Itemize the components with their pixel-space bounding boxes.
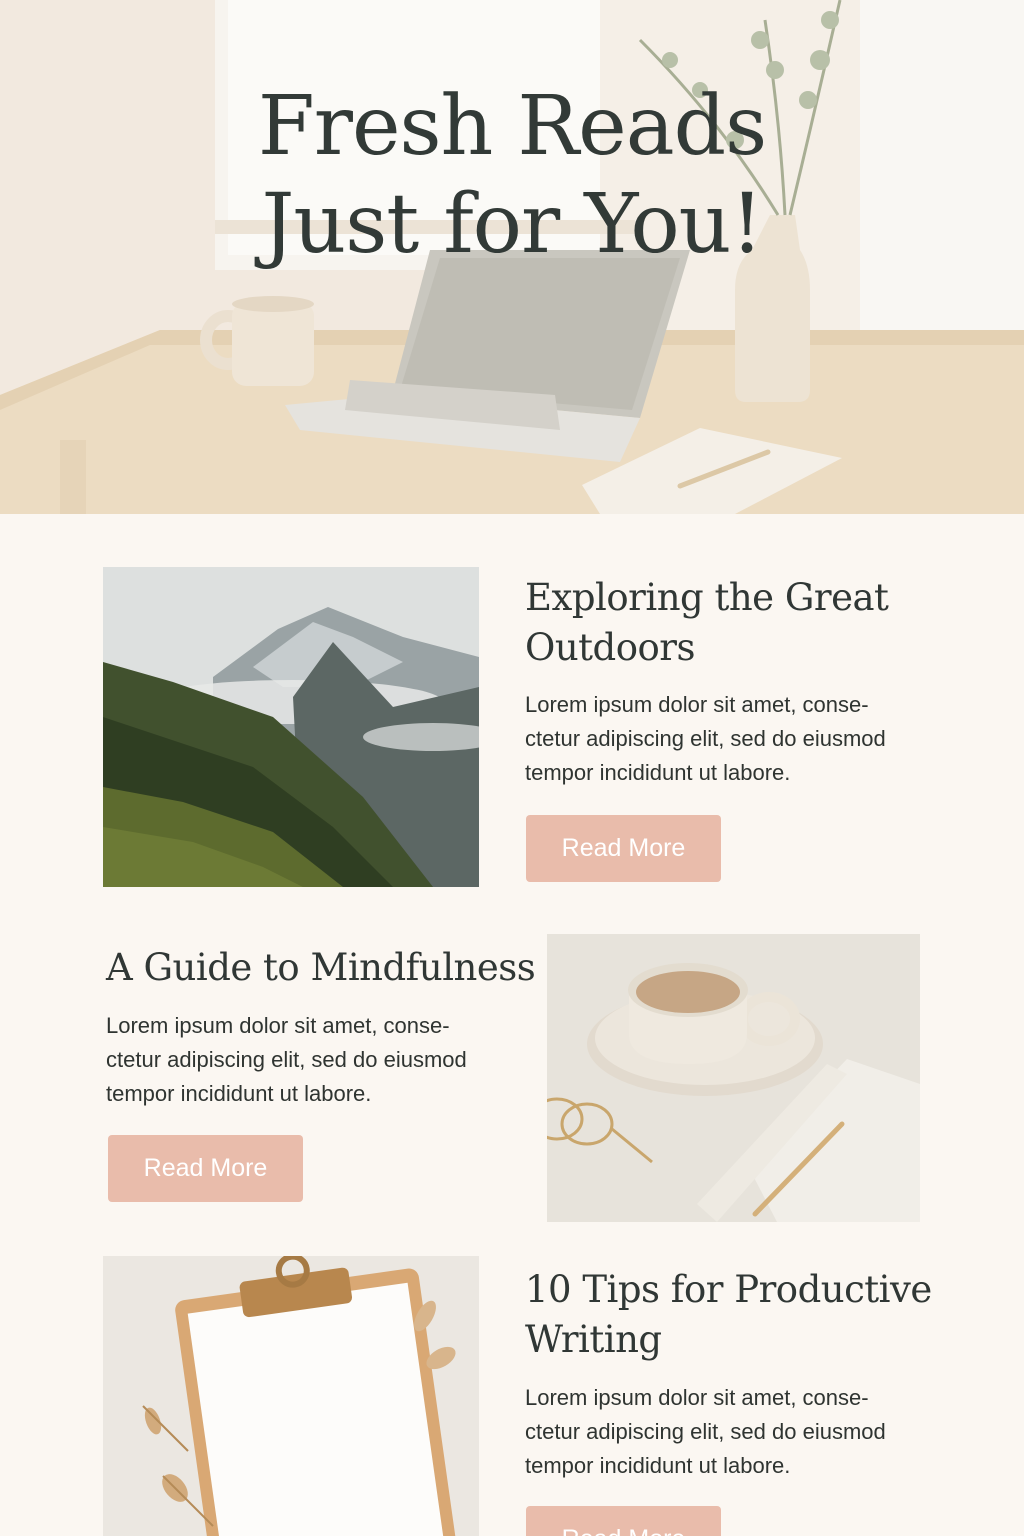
read-more-button[interactable]: Read More bbox=[526, 1506, 721, 1536]
article-title[interactable]: A Guide to Mindfulness bbox=[106, 943, 546, 993]
article-excerpt: Lorem ipsum dolor sit amet, conse- ctetu… bbox=[106, 1013, 467, 1106]
coffee-cup-image[interactable] bbox=[547, 934, 920, 1222]
read-more-button[interactable]: Read More bbox=[108, 1135, 303, 1202]
hero-title-line-1: Fresh Reads bbox=[257, 79, 767, 174]
article-excerpt: Lorem ipsum dolor sit amet, conse- ctetu… bbox=[525, 692, 886, 785]
article-title[interactable]: 10 Tips for Productive Writing bbox=[525, 1265, 965, 1365]
article-title[interactable]: Exploring the Great Outdoors bbox=[525, 573, 945, 673]
read-more-button[interactable]: Read More bbox=[526, 815, 721, 882]
clipboard-image[interactable] bbox=[103, 1256, 479, 1536]
hero-banner: Fresh Reads Just for You! bbox=[0, 0, 1024, 514]
hero-title: Fresh Reads Just for You! bbox=[0, 78, 1024, 274]
mountain-landscape-image[interactable] bbox=[103, 567, 479, 887]
hero-title-line-2: Just for You! bbox=[261, 177, 764, 272]
article-excerpt: Lorem ipsum dolor sit amet, conse- ctetu… bbox=[525, 1385, 886, 1478]
